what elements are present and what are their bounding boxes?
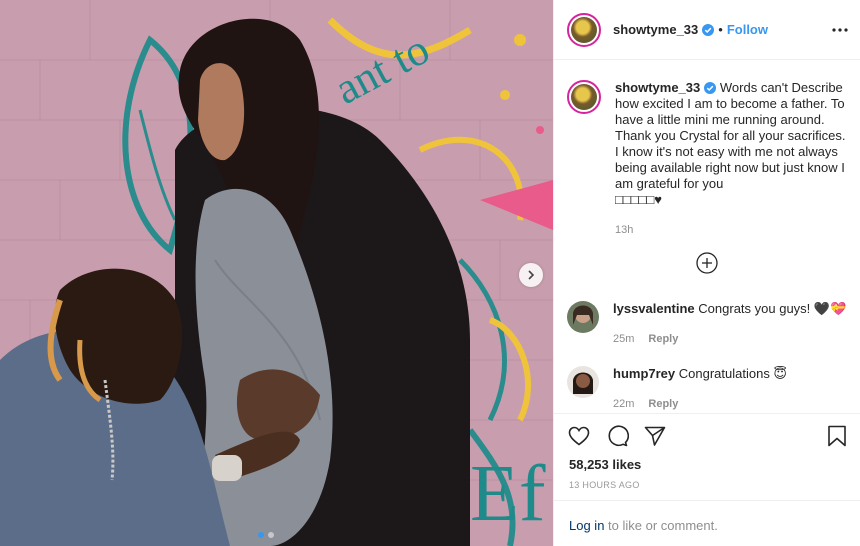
post-photo[interactable]: ant to Ef [0,0,553,546]
caption-avatar[interactable] [567,80,601,114]
caption-text: Words can't Describe how excited I am to… [615,80,846,191]
post-time-ago[interactable]: 13 HOURS AGO [569,480,640,490]
heart-icon[interactable] [567,424,591,448]
plus-circle-icon[interactable] [695,251,719,275]
follow-button[interactable]: Follow [727,22,768,37]
post-actions: 58,253 likes 13 HOURS AGO [554,413,860,500]
caption-emoji: □□□□□♥ [615,192,662,207]
author-username[interactable]: showtyme_33 [613,22,698,37]
commenter-avatar[interactable] [567,366,599,398]
comment-time[interactable]: 22m [613,398,634,410]
photo-scene: ant to Ef [0,0,553,546]
comment-time[interactable]: 25m [613,333,634,345]
author-avatar[interactable] [567,12,601,47]
comments-list[interactable]: showtyme_33 Words can't Describe how exc… [554,61,860,413]
verified-badge-icon [704,82,717,94]
commenter-avatar[interactable] [567,301,599,333]
instagram-post: ant to Ef showtyme_33 • Follow showtyme_… [0,0,860,546]
comment-username[interactable]: hump7rey [613,366,675,381]
login-prompt: Log in to like or comment. [554,500,860,546]
carousel-dot [268,532,274,538]
chevron-right-icon [528,270,535,280]
carousel-indicator [258,532,274,538]
comment-meta: 25m Reply [613,331,852,347]
likes-count[interactable]: 58,253 likes [569,457,641,472]
comment-meta: 22m Reply [613,396,852,412]
comment-icon[interactable] [605,424,629,448]
login-link[interactable]: Log in [569,518,604,533]
separator-bullet: • [718,22,723,37]
bookmark-icon[interactable] [826,424,848,448]
action-icons [567,424,667,448]
login-prompt-text: to like or comment. [604,518,718,533]
comment-item: hump7rey Congratulations 😇 22m Reply [567,366,852,412]
share-icon[interactable] [643,424,667,448]
caption-body: showtyme_33 Words can't Describe how exc… [615,80,852,238]
caption-time: 13h [615,222,852,238]
comment-body: lyssvalentine Congrats you guys! 🖤💝 25m R… [613,301,852,347]
reply-button[interactable]: Reply [648,333,678,345]
comment-body: hump7rey Congratulations 😇 22m Reply [613,366,852,412]
carousel-dot-active [258,532,264,538]
more-options-icon[interactable] [832,22,848,38]
caption-timestamp[interactable]: 13h [615,224,633,236]
reply-button[interactable]: Reply [648,398,678,410]
comment-username[interactable]: lyssvalentine [613,301,695,316]
post-side-panel: showtyme_33 • Follow showtyme_33 Words c… [553,0,860,546]
caption-username[interactable]: showtyme_33 [615,80,700,95]
next-slide-button[interactable] [519,263,543,287]
post-header: showtyme_33 • Follow [554,0,860,60]
comment-item: lyssvalentine Congrats you guys! 🖤💝 25m R… [567,301,852,347]
comment-text: Congratulations 😇 [678,366,787,381]
verified-badge-icon [702,23,715,36]
caption: showtyme_33 Words can't Describe how exc… [567,80,852,238]
comment-text: Congrats you guys! 🖤💝 [698,301,847,316]
svg-text:Ef: Ef [470,450,546,538]
